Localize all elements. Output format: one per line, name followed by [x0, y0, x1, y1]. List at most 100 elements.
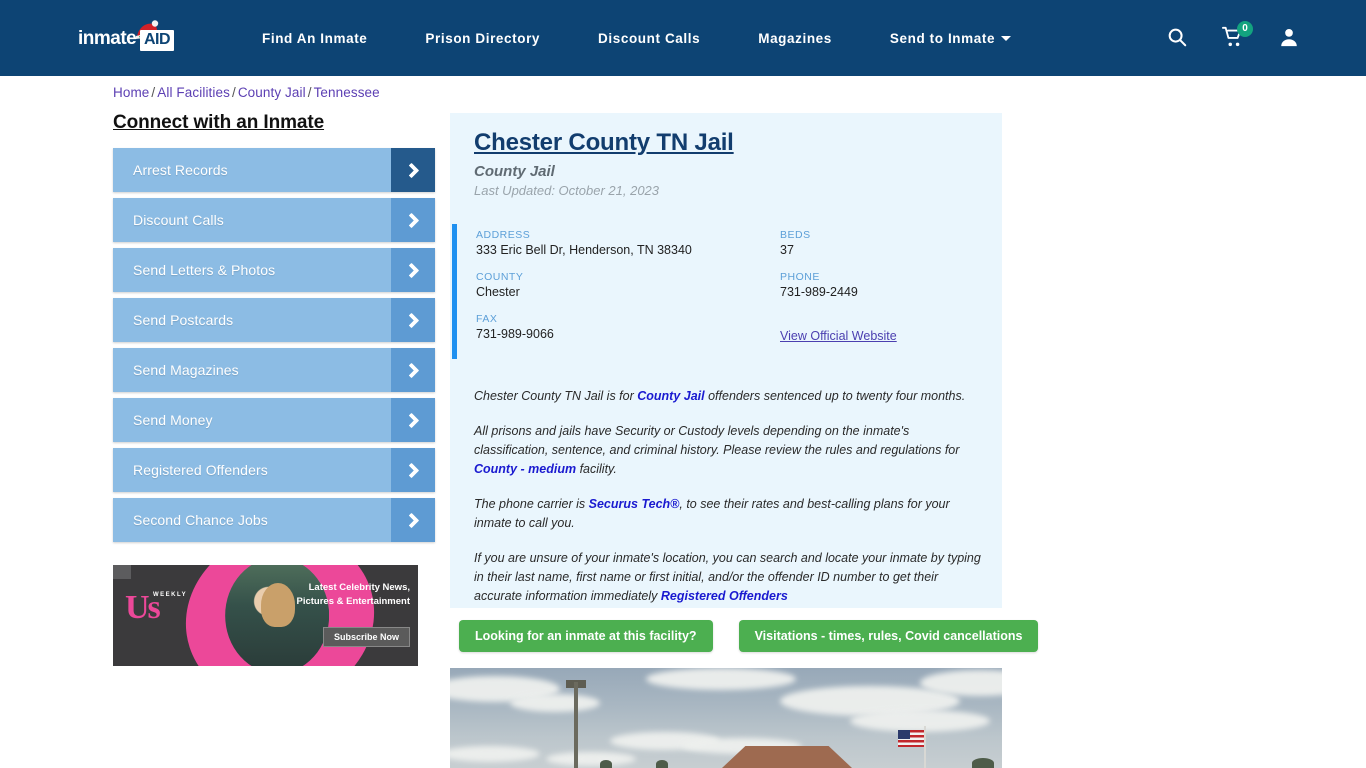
nav-label: Send to Inmate [889, 30, 996, 46]
logo-wordmark: inmate [78, 28, 137, 49]
ad-corner-mark [113, 565, 131, 579]
light-pole [574, 682, 578, 768]
sidebar-item-label: Discount Calls [133, 212, 224, 228]
sidebar-item-label: Registered Offenders [133, 462, 268, 478]
description-paragraph-3: The phone carrier is Securus Tech®, to s… [474, 495, 984, 533]
county-value: Chester [476, 285, 520, 299]
description-paragraph-2: All prisons and jails have Security or C… [474, 422, 984, 479]
nav-label: Prison Directory [425, 30, 541, 46]
visitations-button[interactable]: Visitations - times, rules, Covid cancel… [738, 620, 1039, 652]
main-nav: Find An Inmate Prison Directory Discount… [262, 0, 1012, 76]
chevron-right-icon [391, 398, 435, 442]
sidebar-item-send-magazines[interactable]: Send Magazines [113, 348, 435, 392]
county-label: COUNTY [476, 271, 524, 283]
beds-label: BEDS [780, 229, 811, 241]
page-title[interactable]: Chester County TN Jail [474, 129, 734, 157]
chevron-right-icon [391, 248, 435, 292]
advertisement-banner[interactable]: Us WEEKLY Latest Celebrity News, Picture… [113, 565, 418, 666]
logo-badge: AID [140, 30, 175, 51]
ad-brand-sub: WEEKLY [153, 592, 188, 598]
sidebar-item-arrest-records[interactable]: Arrest Records [113, 148, 435, 192]
sidebar-item-label: Send Postcards [133, 312, 234, 328]
breadcrumb-separator: / [307, 85, 312, 100]
link-county-jail[interactable]: County Jail [637, 389, 704, 403]
breadcrumb-item-all-facilities[interactable]: All Facilities [157, 85, 230, 100]
tree-shape [656, 760, 668, 768]
sidebar-item-label: Send Letters & Photos [133, 262, 276, 278]
breadcrumb-item-county-jail[interactable]: County Jail [238, 85, 306, 100]
ad-subscribe-button[interactable]: Subscribe Now [322, 627, 410, 647]
cloud-shape [450, 746, 540, 762]
sidebar-item-send-postcards[interactable]: Send Postcards [113, 298, 435, 342]
beds-value: 37 [780, 243, 794, 257]
flag-pole [924, 726, 926, 768]
fax-value: 731-989-9066 [476, 327, 554, 341]
text-fragment: facility. [576, 462, 617, 476]
sidebar-item-send-money[interactable]: Send Money [113, 398, 435, 442]
nav-item-magazines[interactable]: Magazines [758, 31, 832, 46]
chevron-right-icon [391, 498, 435, 542]
cloud-shape [850, 710, 990, 732]
nav-item-find-an-inmate[interactable]: Find An Inmate [262, 31, 367, 46]
tree-shape [600, 760, 612, 768]
facility-type: County Jail [474, 163, 555, 180]
breadcrumb: Home / All Facilities / County Jail / Tennesse… [113, 85, 380, 100]
chevron-down-icon [1001, 36, 1012, 42]
sidebar-item-send-letters-photos[interactable]: Send Letters & Photos [113, 248, 435, 292]
text-fragment: The phone carrier is [474, 497, 589, 511]
chevron-right-icon [391, 448, 435, 492]
official-website-link[interactable]: View Official Website [780, 329, 897, 343]
nav-label: Discount Calls [598, 30, 701, 46]
address-value: 333 Eric Bell Dr, Henderson, TN 38340 [476, 243, 692, 257]
fax-label: FAX [476, 313, 498, 325]
sidebar-item-label: Send Magazines [133, 362, 239, 378]
cloud-shape [510, 694, 600, 712]
link-registered-offenders[interactable]: Registered Offenders [661, 589, 788, 603]
sidebar-item-label: Second Chance Jobs [133, 512, 268, 528]
cart-icon[interactable]: 0 [1222, 21, 1253, 50]
ad-headline: Latest Celebrity News, Pictures & Entert… [296, 582, 411, 607]
cloud-shape [646, 668, 796, 690]
link-county-medium[interactable]: County - medium [474, 462, 576, 476]
breadcrumb-separator: / [231, 85, 236, 100]
phone-value: 731-989-2449 [780, 285, 858, 299]
find-inmate-button[interactable]: Looking for an inmate at this facility? [459, 620, 713, 652]
details-column-left: ADDRESS 333 Eric Bell Dr, Henderson, TN … [476, 229, 692, 355]
header-icons: 0 [1166, 0, 1300, 76]
breadcrumb-item-tennessee[interactable]: Tennessee [314, 85, 380, 100]
sidebar-title: Connect with an Inmate [113, 112, 325, 133]
breadcrumb-separator: / [151, 85, 156, 100]
site-logo[interactable]: inmate AID [78, 20, 186, 56]
nav-item-prison-directory[interactable]: Prison Directory [425, 31, 540, 46]
sidebar-item-discount-calls[interactable]: Discount Calls [113, 198, 435, 242]
chevron-right-icon [391, 298, 435, 342]
nav-item-send-to-inmate[interactable]: Send to Inmate [889, 30, 1012, 46]
nav-item-discount-calls[interactable]: Discount Calls [598, 31, 700, 46]
description-paragraph-1: Chester County TN Jail is for County Jai… [474, 387, 984, 406]
sidebar-item-second-chance-jobs[interactable]: Second Chance Jobs [113, 498, 435, 542]
nav-label: Find An Inmate [262, 30, 368, 46]
link-securus-tech[interactable]: Securus Tech® [589, 497, 680, 511]
user-icon[interactable] [1278, 26, 1300, 50]
cta-button-group: Looking for an inmate at this facility? … [459, 620, 1039, 652]
breadcrumb-item-home[interactable]: Home [113, 85, 149, 100]
sidebar: Connect with an Inmate Arrest Records Di… [113, 112, 435, 548]
cart-count-badge: 0 [1237, 21, 1253, 37]
facility-info-card: Chester County TN Jail County Jail Last … [450, 113, 1002, 608]
phone-label: PHONE [780, 271, 820, 283]
site-header: inmate AID Find An Inmate Prison Directo… [0, 0, 1366, 76]
text-fragment: All prisons and jails have Security or C… [474, 424, 960, 457]
nav-label: Magazines [758, 30, 832, 46]
text-fragment: Chester County TN Jail is for [474, 389, 638, 403]
description-paragraph-4: If you are unsure of your inmate's locat… [474, 549, 984, 606]
sidebar-item-label: Arrest Records [133, 162, 228, 178]
chevron-right-icon [391, 348, 435, 392]
sidebar-item-label: Send Money [133, 412, 213, 428]
chevron-right-icon [391, 198, 435, 242]
accent-bar [452, 224, 457, 359]
chevron-right-icon [391, 148, 435, 192]
sidebar-item-registered-offenders[interactable]: Registered Offenders [113, 448, 435, 492]
search-icon[interactable] [1166, 26, 1188, 50]
facility-description: Chester County TN Jail is for County Jai… [474, 387, 984, 622]
tree-shape [972, 758, 994, 768]
